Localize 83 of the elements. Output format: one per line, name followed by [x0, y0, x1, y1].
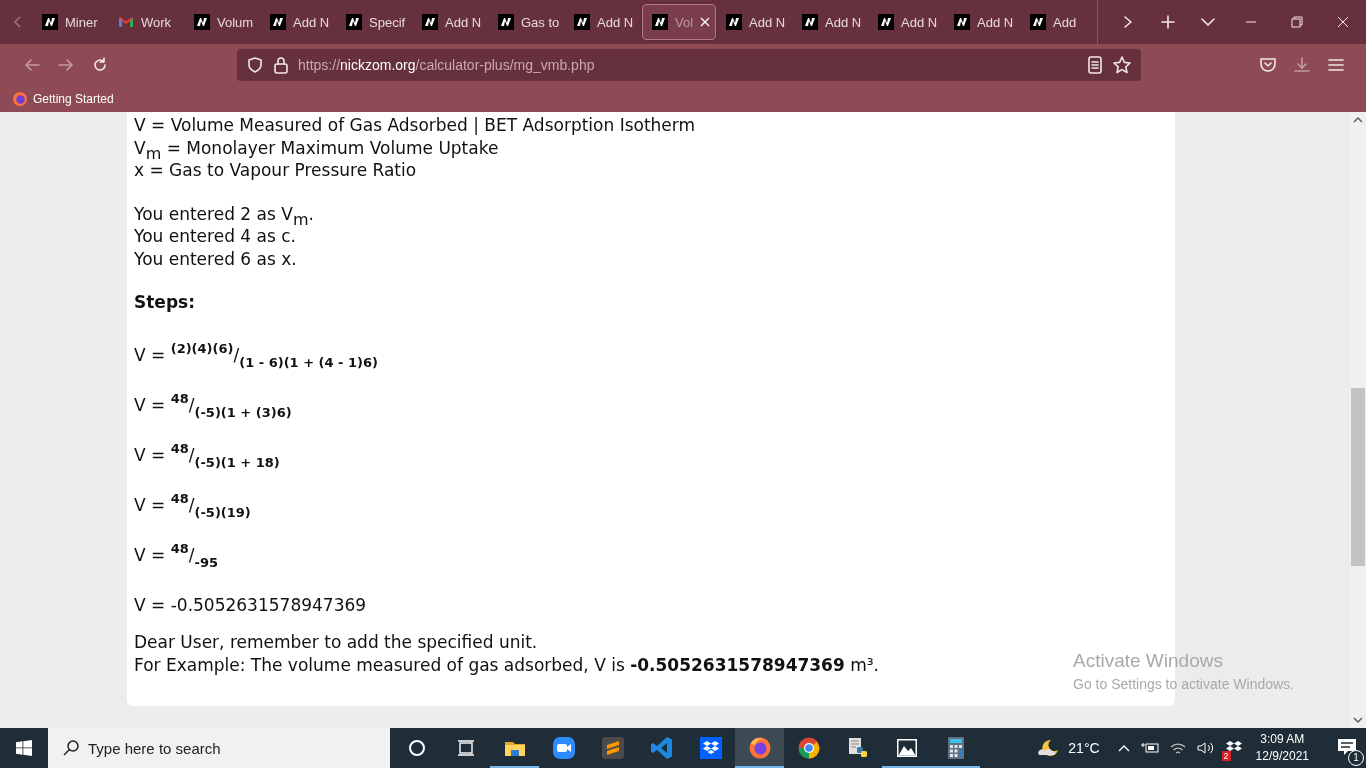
steps-heading: Steps: [134, 291, 195, 313]
chevron-right-icon[interactable] [1121, 15, 1135, 29]
formula-step: V = -0.5052631578947369 [134, 592, 1168, 631]
address-bar[interactable]: https://nickzom.org/calculator-plus/mg_vmb.php [237, 49, 1141, 81]
battery-icon[interactable] [1139, 741, 1160, 755]
notification-count: 1 [1348, 749, 1364, 766]
reload-icon[interactable] [91, 56, 109, 74]
count-badge: 2 [1221, 750, 1231, 761]
clock[interactable]: 3:09 AM 12/9/2021 [1255, 731, 1309, 765]
new-tab-icon[interactable] [1161, 15, 1175, 29]
site-logo-icon [194, 14, 210, 30]
bookmark-item[interactable]: Getting Started [12, 91, 114, 107]
site-logo-icon [802, 14, 818, 30]
scrollbar[interactable] [1350, 112, 1366, 728]
browser-tab[interactable]: Gas to [489, 4, 565, 40]
browser-tab[interactable]: Add N [869, 4, 945, 40]
site-logo-icon [652, 14, 668, 30]
windows-logo-icon [16, 740, 32, 756]
url-text: https://nickzom.org/calculator-plus/mg_vmb.php [298, 57, 595, 73]
site-logo-icon [1030, 14, 1046, 30]
formula-step: V = $^{48}$/$_{(-5)(1 + 18)}$ [134, 442, 1168, 492]
browser-tab[interactable]: Miner [33, 4, 109, 40]
legend-line: x = Gas to Vapour Pressure Ratio [134, 159, 417, 182]
forward-icon[interactable] [57, 56, 75, 74]
menu-icon[interactable] [1327, 56, 1345, 74]
site-logo-icon [422, 14, 438, 30]
globe-flame-icon [12, 91, 28, 107]
scrollbar-thumb[interactable] [1351, 388, 1365, 566]
activation-text: Go to Settings to activate Windows. [1073, 676, 1294, 692]
lock-icon [273, 56, 289, 74]
code-editor-icon [600, 736, 625, 760]
mountain-picture-icon [894, 736, 919, 760]
restore-icon[interactable] [1291, 16, 1303, 28]
site-logo-icon [346, 14, 362, 30]
browser-tab[interactable]: Add N [413, 4, 489, 40]
entered-line: You entered 6 as x. [134, 247, 297, 270]
circle-icon [407, 739, 426, 757]
browser-tab[interactable]: Add [1021, 4, 1097, 40]
back-icon[interactable] [23, 56, 41, 74]
formula-step: V = $^{48}$/$_{-95}$ [134, 542, 1168, 592]
note-line: For Example: The volume measured of gas adsorbed, V is -0.5052631578947369 m³. [134, 653, 879, 676]
formula-step: V = $^{48}$/$_{(-5)(19)}$ [134, 492, 1168, 542]
site-logo-icon [726, 14, 742, 30]
browser-tab[interactable]: Add N [717, 4, 793, 40]
site-logo-icon [42, 14, 58, 30]
speaker-icon[interactable] [1195, 740, 1216, 756]
site-logo-icon [878, 14, 894, 30]
weather-moon-icon[interactable] [1037, 738, 1060, 758]
scroll-down-icon[interactable] [1353, 716, 1363, 724]
browser-tab[interactable]: Work [109, 4, 185, 40]
browser-tab[interactable]: Add N [261, 4, 337, 40]
task-view-icon [456, 739, 475, 757]
site-logo-icon [270, 14, 286, 30]
site-logo-icon [954, 14, 970, 30]
box-icon [698, 736, 723, 760]
close-icon[interactable] [1337, 16, 1349, 28]
scroll-up-icon[interactable] [1353, 116, 1363, 124]
temperature-text[interactable]: 21°C [1068, 740, 1100, 756]
dropdown-icon[interactable] [1201, 15, 1215, 29]
note-line: Dear User, remember to add the specified unit. [134, 631, 538, 654]
browser-tab[interactable]: Specif [337, 4, 413, 40]
activation-title: Activate Windows [1073, 650, 1224, 672]
site-logo-icon [574, 14, 590, 30]
site-logo-icon [498, 14, 514, 30]
browser-tab[interactable]: Add N [793, 4, 869, 40]
bookmark-star-icon[interactable] [1112, 55, 1132, 75]
entered-line: You entered 4 as c. [134, 225, 296, 248]
download-icon[interactable] [1293, 56, 1311, 74]
formula-step: V = $^{48}$/$_{(-5)(1 + (3)6)}$ [134, 392, 1168, 442]
code-editor-icon [649, 736, 674, 760]
pocket-icon[interactable] [1259, 56, 1277, 74]
shield-icon [246, 56, 264, 74]
video-camera-icon [551, 736, 576, 760]
formula-step: V = $^{(2)(4)(6)}$/$_{(1 - 6)(1 + (4 - 1)6)}$ [134, 342, 1168, 392]
mail-icon [118, 14, 134, 30]
browser-tab[interactable]: Add N [945, 4, 1021, 40]
browser-tab[interactable]: Volum [185, 4, 261, 40]
browser-icon [747, 736, 772, 760]
reader-view-icon[interactable] [1087, 56, 1103, 74]
browser-tab[interactable]: Add N [565, 4, 641, 40]
legend-line: V = Volume Measured of Gas Adsorbed | BET Adsorption Isotherm [134, 114, 696, 137]
search-field[interactable]: Type here to search [48, 728, 390, 768]
browser-icon [796, 736, 821, 760]
